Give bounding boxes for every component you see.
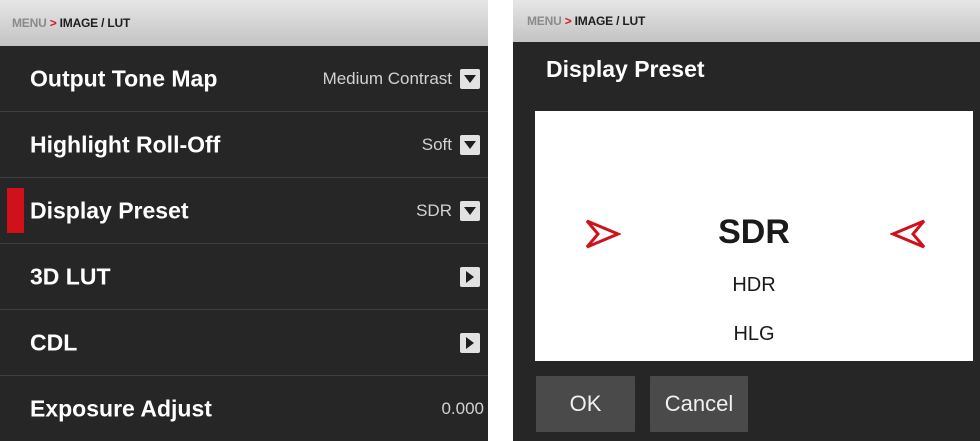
selected-row-indicator	[7, 188, 24, 233]
preset-picker[interactable]: SDR HDR HLG	[535, 111, 973, 361]
menu-row-label: CDL	[30, 329, 78, 355]
chevron-right-icon[interactable]	[460, 332, 480, 353]
picker-option[interactable]: HDR	[535, 274, 973, 297]
dialog-title: Display Preset	[546, 56, 705, 82]
menu-row-exposure-adjust[interactable]: Exposure Adjust 0.000	[0, 376, 488, 441]
menu-row-cdl[interactable]: CDL	[0, 310, 488, 376]
menu-row-value: SDR	[416, 200, 452, 220]
menu-row-label: Highlight Roll-Off	[30, 131, 221, 157]
breadcrumb-menu[interactable]: MENU	[12, 16, 47, 30]
chevron-right-icon[interactable]	[460, 266, 480, 287]
picker-option[interactable]: HLG	[535, 323, 973, 346]
display-preset-dialog: MENU > IMAGE / LUT Display Preset SDR HD…	[513, 0, 980, 441]
menu-row-label: Display Preset	[30, 197, 189, 223]
menu-row-label: Output Tone Map	[30, 65, 218, 91]
menu-row-label: 3D LUT	[30, 263, 111, 289]
menu-row-value: 0.000	[441, 399, 484, 418]
chevron-down-icon[interactable]	[460, 200, 480, 221]
image-lut-menu-panel: MENU > IMAGE / LUT Output Tone Map Mediu…	[0, 0, 488, 441]
menu-row-label: Exposure Adjust	[30, 395, 212, 422]
breadcrumb-current-page: IMAGE / LUT	[59, 16, 131, 30]
chevron-down-icon[interactable]	[460, 68, 480, 89]
menu-row-value: Soft	[421, 134, 452, 154]
menu-row-display-preset[interactable]: Display Preset SDR	[0, 178, 488, 244]
breadcrumb: MENU > IMAGE / LUT	[0, 0, 488, 46]
breadcrumb-separator: >	[564, 14, 572, 28]
menu-row-3d-lut[interactable]: 3D LUT	[0, 244, 488, 310]
cancel-button[interactable]: Cancel	[650, 376, 748, 432]
arrow-left-icon	[889, 219, 926, 254]
breadcrumb-separator: >	[49, 16, 57, 30]
menu-row-value: Medium Contrast	[322, 68, 452, 88]
breadcrumb-current-page: IMAGE / LUT	[574, 14, 646, 28]
menu-row-highlight-roll-off[interactable]: Highlight Roll-Off Soft	[0, 112, 488, 178]
breadcrumb: MENU > IMAGE / LUT	[513, 0, 980, 42]
menu-row-output-tone-map[interactable]: Output Tone Map Medium Contrast	[0, 46, 488, 112]
ok-button[interactable]: OK	[536, 376, 635, 432]
breadcrumb-menu[interactable]: MENU	[527, 14, 562, 28]
chevron-down-icon[interactable]	[460, 134, 480, 155]
